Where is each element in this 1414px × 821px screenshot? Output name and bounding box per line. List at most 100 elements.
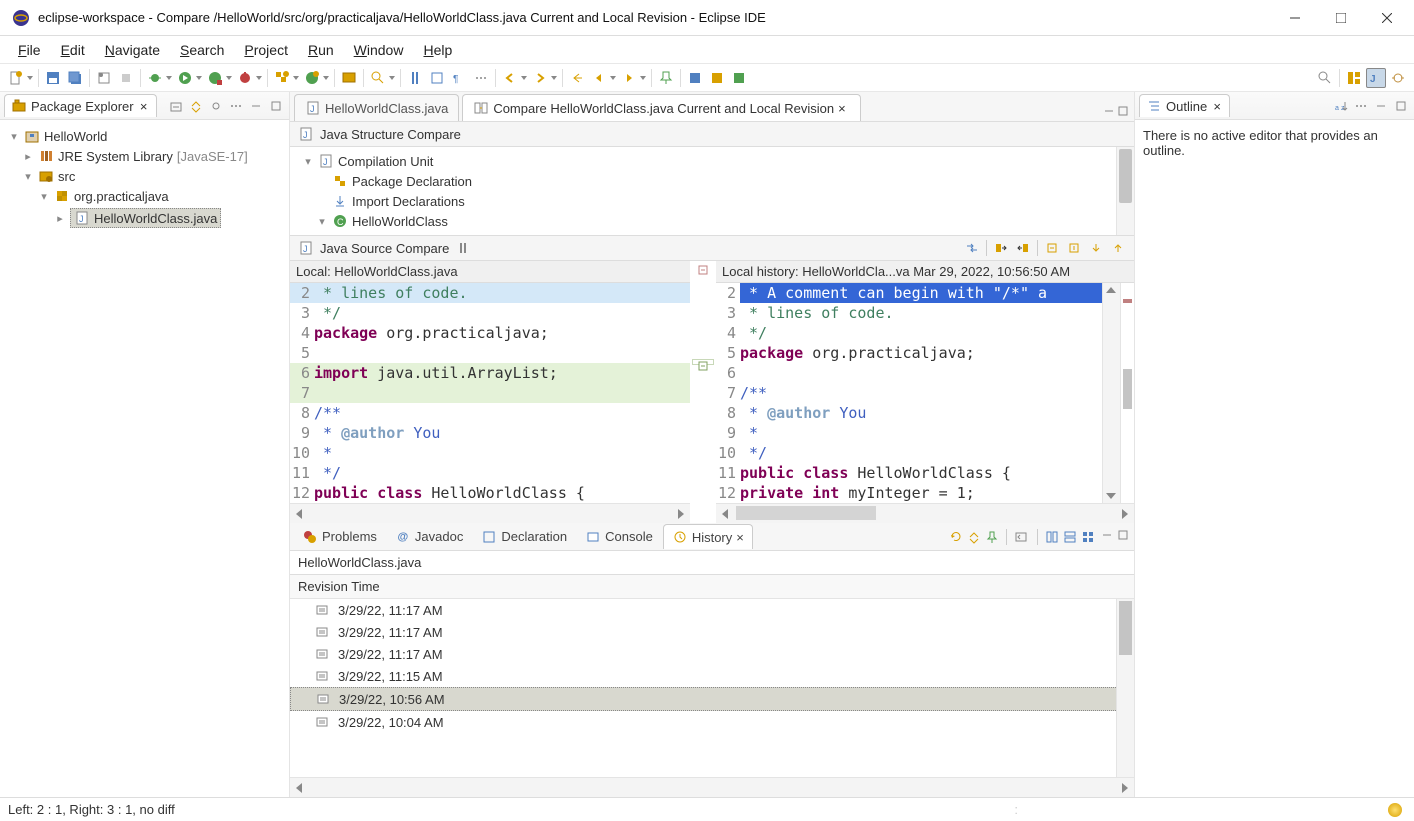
maximize-view-icon[interactable] (1116, 528, 1130, 545)
close-icon[interactable]: × (838, 101, 850, 116)
maximize-editor-icon[interactable] (1116, 104, 1130, 121)
minimize-view-icon[interactable] (1372, 97, 1390, 115)
tab-history[interactable]: History× (663, 524, 753, 549)
horizontal-scrollbar[interactable] (290, 777, 1134, 797)
search-icon[interactable] (368, 68, 388, 88)
last-edit-icon[interactable] (567, 68, 587, 88)
collapse-all-icon[interactable] (167, 97, 185, 115)
tree-src-row[interactable]: ▾ src (4, 166, 285, 186)
open-type-icon[interactable] (339, 68, 359, 88)
menu-window[interactable]: Window (344, 38, 414, 62)
tab-problems[interactable]: Problems (294, 525, 385, 549)
menu-file[interactable]: File (8, 38, 51, 62)
tip-bulb-icon[interactable] (1388, 803, 1402, 817)
menu-navigate[interactable]: Navigate (95, 38, 170, 62)
compare-right-code[interactable]: 2 * A comment can begin with "/*" a 3 * … (716, 283, 1102, 503)
new-class-icon[interactable] (302, 68, 322, 88)
compare-mode-icon[interactable] (1044, 529, 1060, 545)
compare-left-code[interactable]: 2 * lines of code. 3 */ 4package org.pra… (290, 283, 690, 503)
prev-ann-icon[interactable] (500, 68, 520, 88)
history-row[interactable]: 3/29/22, 11:15 AM (290, 665, 1134, 687)
close-icon[interactable]: × (138, 100, 150, 112)
wizard1-icon[interactable] (685, 68, 705, 88)
vertical-scrollbar[interactable] (1116, 599, 1134, 777)
history-row[interactable]: 3/29/22, 11:17 AM (290, 643, 1134, 665)
filter-mode-icon[interactable] (1080, 529, 1096, 545)
horizontal-scrollbar[interactable] (290, 503, 690, 523)
minimize-view-icon[interactable] (1100, 528, 1114, 545)
vertical-scrollbar[interactable] (1116, 147, 1134, 235)
dropdown-icon[interactable] (388, 68, 396, 88)
dropdown-icon[interactable] (292, 68, 300, 88)
overview-ruler[interactable] (1120, 283, 1134, 503)
pin-icon[interactable] (984, 529, 1000, 545)
tree-project-row[interactable]: ▾ HelloWorld (4, 126, 285, 146)
show-ws-icon[interactable] (471, 68, 491, 88)
access-icon[interactable] (1315, 68, 1335, 88)
dropdown-icon[interactable] (26, 68, 34, 88)
toggle-mark-icon[interactable] (405, 68, 425, 88)
menu-edit[interactable]: Edit (51, 38, 95, 62)
editor-tab-file[interactable]: J HelloWorldClass.java (294, 94, 459, 121)
maximize-view-icon[interactable] (1392, 97, 1410, 115)
maximize-button[interactable] (1318, 0, 1364, 36)
menu-search[interactable]: Search (170, 38, 234, 62)
wizard2-icon[interactable] (707, 68, 727, 88)
debug-icon[interactable] (145, 68, 165, 88)
view-menu-icon[interactable] (1352, 97, 1370, 115)
swap-panes-icon[interactable] (964, 240, 980, 256)
dropdown-icon[interactable] (255, 68, 263, 88)
toggle-ws-icon[interactable]: ¶ (449, 68, 469, 88)
minimize-view-icon[interactable] (247, 97, 265, 115)
tree-jre-row[interactable]: ▸ JRE System Library [JavaSE-17] (4, 146, 285, 166)
history-list[interactable]: 3/29/22, 11:17 AM3/29/22, 11:17 AM3/29/2… (290, 599, 1134, 777)
dropdown-icon[interactable] (165, 68, 173, 88)
dropdown-icon[interactable] (520, 68, 528, 88)
nav-icon[interactable] (1013, 529, 1029, 545)
history-row[interactable]: 3/29/22, 10:04 AM (290, 711, 1134, 733)
debug-persp-icon[interactable] (1388, 68, 1408, 88)
dropdown-icon[interactable] (609, 68, 617, 88)
pin-editor-icon[interactable] (656, 68, 676, 88)
dropdown-icon[interactable] (550, 68, 558, 88)
close-button[interactable] (1364, 0, 1410, 36)
menu-run[interactable]: Run (298, 38, 344, 62)
vertical-scrollbar[interactable] (1102, 283, 1120, 503)
minimize-button[interactable] (1272, 0, 1318, 36)
forward-icon[interactable] (619, 68, 639, 88)
dropdown-icon[interactable] (322, 68, 330, 88)
wizard3-icon[interactable] (729, 68, 749, 88)
tree-pkg-row[interactable]: ▾ org.practicaljava (4, 186, 285, 206)
tree-file-row[interactable]: ▸ J HelloWorldClass.java (4, 206, 285, 230)
copy-current-left-icon[interactable] (1044, 240, 1060, 256)
minimize-editor-icon[interactable] (1102, 104, 1116, 121)
link-editor-icon[interactable] (187, 97, 205, 115)
sync-scroll-icon[interactable] (455, 240, 471, 256)
link-history-icon[interactable] (966, 529, 982, 545)
next-diff-icon[interactable] (1088, 240, 1104, 256)
maximize-view-icon[interactable] (267, 97, 285, 115)
structure-compare-tree[interactable]: ▾JCompilation Unit Package Declaration I… (290, 147, 1134, 236)
horizontal-scrollbar[interactable] (716, 503, 1134, 523)
undo-icon[interactable] (94, 68, 114, 88)
history-row[interactable]: 3/29/22, 11:17 AM (290, 599, 1134, 621)
dropdown-icon[interactable] (225, 68, 233, 88)
history-row[interactable]: 3/29/22, 11:17 AM (290, 621, 1134, 643)
dropdown-icon[interactable] (195, 68, 203, 88)
save-all-icon[interactable] (65, 68, 85, 88)
java-perspective-icon[interactable]: J (1366, 68, 1386, 88)
new-pkg-icon[interactable] (272, 68, 292, 88)
history-row[interactable]: 3/29/22, 10:56 AM (290, 687, 1134, 711)
menu-project[interactable]: Project (234, 38, 298, 62)
back-icon[interactable] (589, 68, 609, 88)
view-menu-icon[interactable] (227, 97, 245, 115)
new-icon[interactable] (6, 68, 26, 88)
next-ann-icon[interactable] (530, 68, 550, 88)
close-icon[interactable]: × (736, 530, 744, 545)
build-icon[interactable] (116, 68, 136, 88)
tab-javadoc[interactable]: @Javadoc (387, 525, 471, 549)
save-icon[interactable] (43, 68, 63, 88)
run-icon[interactable] (175, 68, 195, 88)
copy-left-to-right-icon[interactable] (993, 240, 1009, 256)
close-icon[interactable]: × (1211, 100, 1223, 112)
